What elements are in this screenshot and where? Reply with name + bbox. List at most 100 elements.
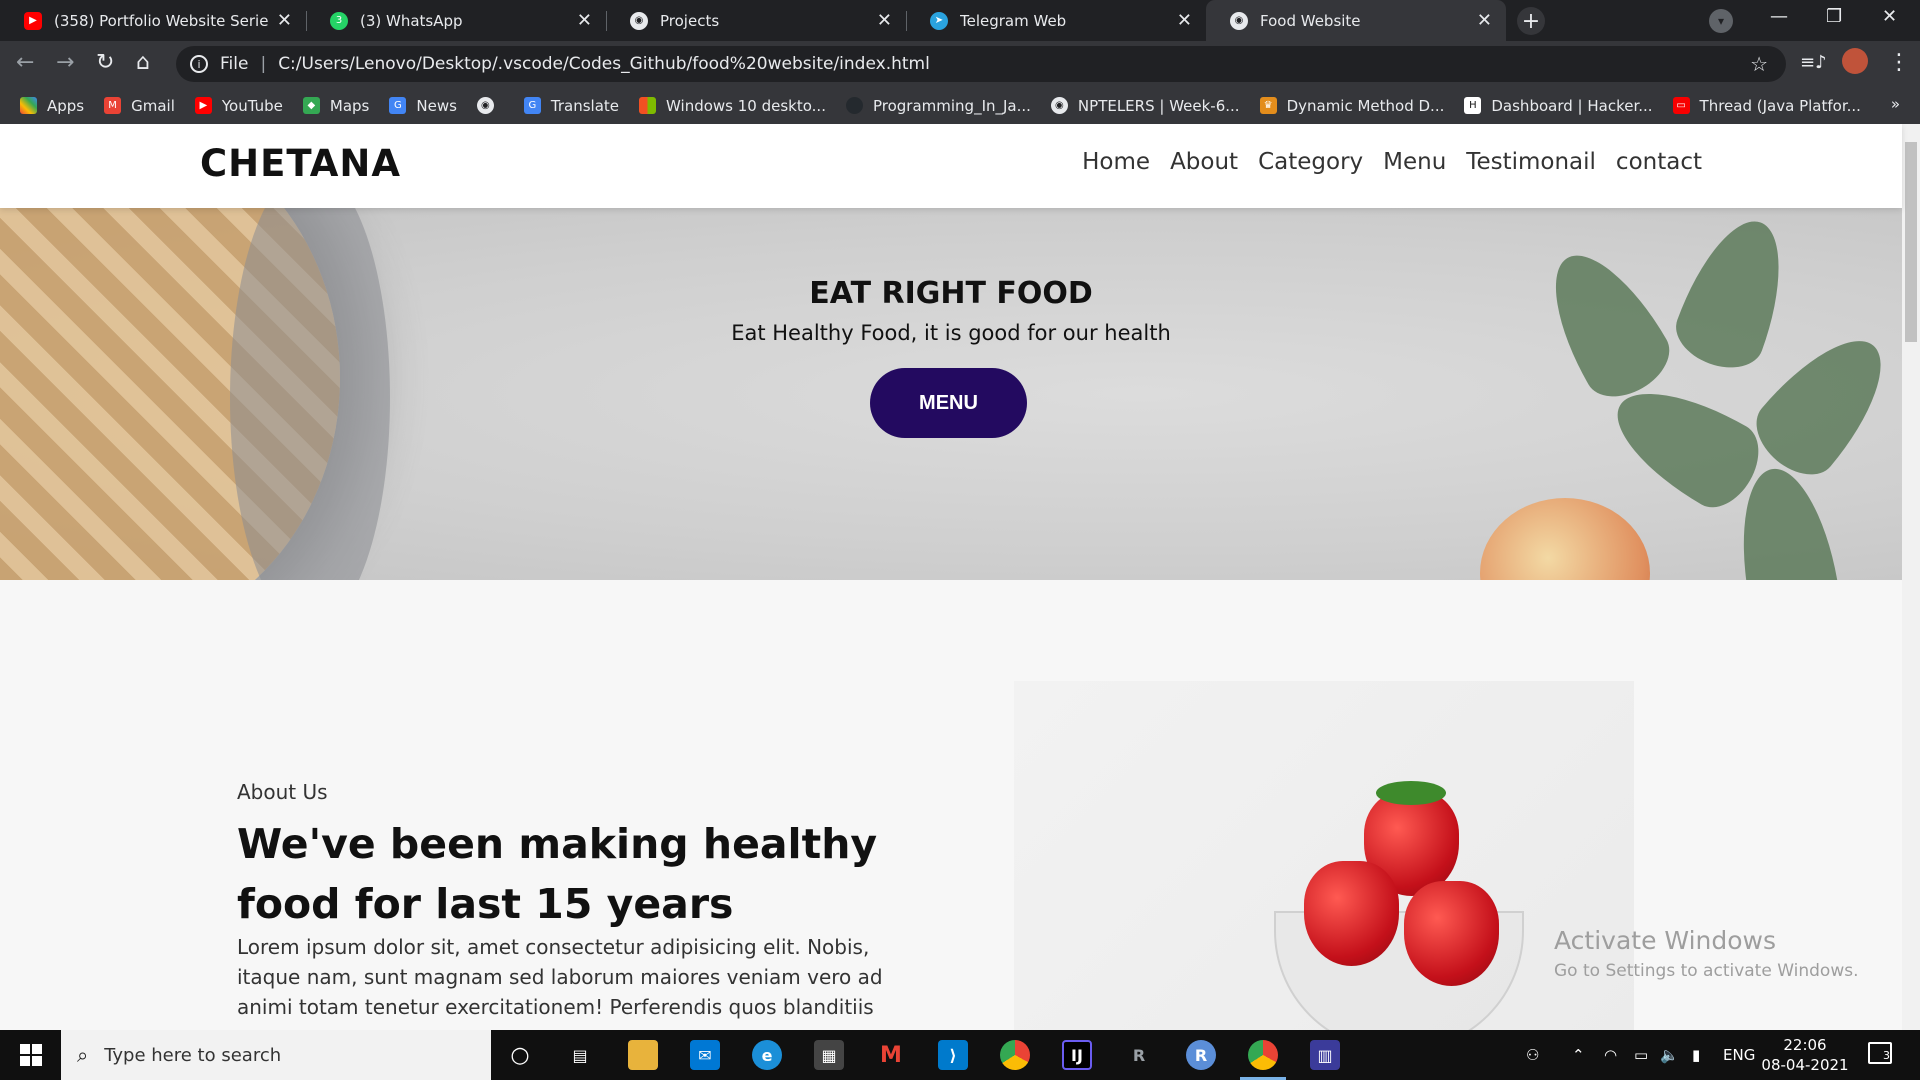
bookmark-thread[interactable]: ▭ Thread (Java Platfor...: [1672, 96, 1861, 115]
mail-icon[interactable]: ✉: [690, 1040, 720, 1070]
vscode-icon[interactable]: ⟩: [938, 1040, 968, 1070]
back-icon[interactable]: ←: [16, 50, 34, 75]
menu-button[interactable]: MENU: [870, 368, 1027, 438]
store-icon[interactable]: ▦: [814, 1040, 844, 1070]
chrome-active-icon[interactable]: [1248, 1040, 1278, 1070]
menu-kebab-icon[interactable]: ⋮: [1888, 50, 1910, 75]
bookmark-globe[interactable]: ◉: [476, 97, 504, 114]
whatsapp-icon: 3: [330, 11, 348, 30]
avatar[interactable]: [1842, 48, 1868, 74]
close-icon[interactable]: ✕: [277, 10, 292, 31]
more-bookmarks-icon[interactable]: »: [1891, 95, 1900, 113]
bookmark-hackerrank[interactable]: H Dashboard | Hacker...: [1464, 97, 1653, 115]
language-indicator[interactable]: ENG: [1723, 1030, 1755, 1080]
close-icon[interactable]: ✕: [877, 10, 892, 31]
cortana-icon[interactable]: ○: [505, 1040, 535, 1070]
file-explorer-icon[interactable]: [628, 1040, 658, 1070]
bookmark-label: Windows 10 deskto...: [666, 96, 826, 115]
globe-icon: ◉: [1050, 97, 1068, 114]
bookmark-label: Apps: [47, 96, 85, 115]
telegram-icon: ➤: [930, 11, 948, 30]
restore-icon[interactable]: ❐: [1826, 6, 1842, 27]
strawberry: [1404, 881, 1499, 986]
close-icon[interactable]: ✕: [577, 10, 592, 31]
tray-chevron-icon[interactable]: ⌃: [1572, 1030, 1585, 1080]
scrollbar-thumb[interactable]: [1905, 142, 1917, 342]
bookmark-npteler[interactable]: ◉ NPTELERS | Week-6...: [1050, 97, 1240, 115]
windows-icon: [639, 97, 657, 114]
bookmark-label: YouTube: [221, 96, 283, 115]
url-divider: |: [260, 54, 267, 74]
about-heading: We've been making healthy food for last …: [237, 820, 878, 928]
bookmark-gmail[interactable]: M Gmail: [104, 97, 175, 115]
bookmark-apps[interactable]: Apps: [20, 97, 84, 115]
close-icon[interactable]: ✕: [1177, 10, 1192, 31]
bookmark-label: Translate: [550, 96, 620, 115]
dish-image: [230, 208, 390, 580]
windows-start-icon[interactable]: [20, 1044, 42, 1066]
apps-grid-icon: [20, 97, 37, 114]
strawberry-leaves: [1376, 781, 1446, 805]
nav-menu[interactable]: Menu: [1383, 149, 1446, 175]
tab-projects[interactable]: ◉ Projects ✕: [606, 0, 906, 41]
site-logo[interactable]: CHETANA: [200, 142, 401, 185]
bookmark-label: Thread (Java Platfor...: [1699, 96, 1861, 115]
youtube-icon: ▶: [194, 97, 212, 114]
tab-food-website[interactable]: ◉ Food Website ✕: [1206, 0, 1506, 41]
youtube-icon: ▶: [24, 11, 42, 30]
nav-home[interactable]: Home: [1082, 149, 1150, 175]
bookmark-youtube[interactable]: ▶ YouTube: [194, 96, 283, 115]
clock-date: 08-04-2021: [1761, 1056, 1849, 1074]
tab-youtube[interactable]: ▶ (358) Portfolio Website Series | H ✕: [0, 0, 306, 41]
media-control-icon[interactable]: ≡♪: [1800, 52, 1827, 73]
nav-about[interactable]: About: [1170, 149, 1238, 175]
wifi-icon[interactable]: ◠: [1604, 1030, 1617, 1080]
task-view-icon[interactable]: ▤: [565, 1040, 595, 1070]
page-scrollbar[interactable]: [1902, 124, 1920, 1030]
bookmark-translate[interactable]: G Translate: [523, 96, 620, 115]
nav-contact[interactable]: contact: [1616, 149, 1702, 175]
home-icon[interactable]: ⌂: [136, 50, 150, 75]
close-icon[interactable]: ✕: [1477, 10, 1492, 31]
tab-title: (3) WhatsApp: [360, 11, 463, 30]
r-icon[interactable]: R: [1186, 1040, 1216, 1070]
bookmark-maps[interactable]: ◆ Maps: [302, 97, 369, 115]
people-icon[interactable]: ⚇: [1526, 1030, 1539, 1080]
watermark-line2: Go to Settings to activate Windows.: [1554, 961, 1859, 981]
gmail-icon[interactable]: M: [876, 1040, 906, 1070]
translate-icon: G: [523, 97, 541, 114]
info-icon[interactable]: i: [190, 55, 208, 73]
bookmark-star-icon[interactable]: ☆: [1750, 52, 1768, 76]
tab-whatsapp[interactable]: 3 (3) WhatsApp ✕: [306, 0, 606, 41]
chrome-icon[interactable]: [1000, 1040, 1030, 1070]
battery-icon[interactable]: ▮: [1692, 1030, 1700, 1080]
hero-section: EAT RIGHT FOOD Eat Healthy Food, it is g…: [0, 208, 1902, 580]
bookmark-windows[interactable]: Windows 10 deskto...: [639, 97, 826, 115]
bookmark-news[interactable]: G News: [389, 97, 457, 115]
forward-icon[interactable]: →: [56, 50, 74, 75]
volume-icon[interactable]: 🔈: [1660, 1030, 1679, 1080]
winrar-icon[interactable]: ▥: [1310, 1040, 1340, 1070]
notification-icon[interactable]: 3: [1868, 1042, 1892, 1064]
tab-title: (358) Portfolio Website Series | H: [54, 11, 269, 30]
nav-category[interactable]: Category: [1258, 149, 1363, 175]
device-icon[interactable]: ▭: [1634, 1030, 1648, 1080]
rstudio-alt-icon[interactable]: R: [1124, 1040, 1154, 1070]
search-icon: ⌕: [77, 1043, 89, 1067]
taskbar-clock[interactable]: 22:06 08-04-2021: [1760, 1035, 1850, 1075]
taskbar-search[interactable]: ⌕ Type here to search: [61, 1030, 491, 1080]
maps-icon: ◆: [302, 97, 320, 114]
intellij-icon[interactable]: IJ: [1062, 1040, 1092, 1070]
tab-telegram[interactable]: ➤ Telegram Web ✕: [906, 0, 1206, 41]
nav-testimonial[interactable]: Testimonail: [1466, 149, 1596, 175]
new-tab-button[interactable]: +: [1517, 7, 1545, 35]
address-bar[interactable]: i File | C:/Users/Lenovo/Desktop/.vscode…: [176, 46, 1786, 82]
minimize-icon[interactable]: —: [1770, 6, 1788, 27]
edge-icon[interactable]: e: [752, 1040, 782, 1070]
tab-search-icon[interactable]: ▾: [1709, 9, 1733, 33]
activate-windows-watermark: Activate Windows Go to Settings to activ…: [1554, 926, 1859, 981]
bookmark-dynamic[interactable]: ♛ Dynamic Method D...: [1259, 97, 1444, 115]
reload-icon[interactable]: ↻: [96, 50, 114, 75]
close-window-icon[interactable]: ✕: [1882, 6, 1897, 27]
bookmark-programming[interactable]: Programming_In_Ja...: [845, 97, 1031, 115]
